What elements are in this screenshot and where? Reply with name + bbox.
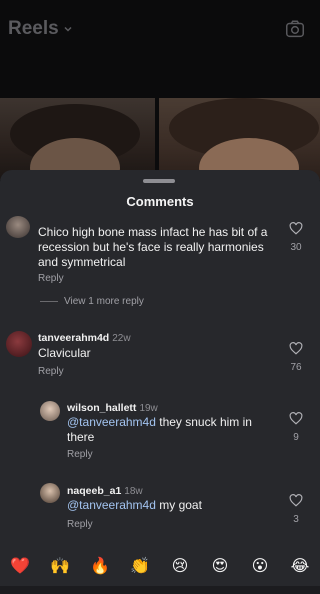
reply-header: wilson_hallett 19w	[67, 400, 158, 416]
comment-header: tanveerahm4d 22w	[38, 330, 131, 346]
divider	[40, 301, 58, 302]
avatar[interactable]	[40, 483, 60, 503]
like-count: 76	[290, 362, 302, 373]
comment-text: Chico high bone mass infact he has bit o…	[38, 225, 268, 269]
red-heart-emoji-button[interactable]: ❤️	[9, 556, 31, 576]
reply-button[interactable]: Reply	[67, 449, 93, 460]
reels-title: Reels	[8, 18, 59, 39]
laughing-face-emoji-button[interactable]: 😂	[289, 556, 311, 576]
heart-icon[interactable]	[289, 342, 303, 355]
username[interactable]: tanveerahm4d	[38, 332, 109, 344]
chevron-down-icon	[64, 26, 72, 32]
like-count: 3	[293, 514, 299, 525]
username[interactable]: wilson_hallett	[67, 402, 136, 414]
comment-time: 18w	[124, 486, 143, 497]
username[interactable]: naqeeb_a1	[67, 485, 121, 497]
emoji-reaction-bar: ❤️ 🙌 🔥 👏 😢 😍 😮 😂	[0, 550, 320, 582]
comments-sheet: Comments Chico high bone mass infact he …	[0, 170, 320, 594]
camera-icon[interactable]	[284, 18, 306, 40]
reply-button[interactable]: Reply	[38, 273, 64, 284]
heart-icon[interactable]	[289, 222, 303, 235]
avatar[interactable]	[6, 216, 30, 238]
reels-header[interactable]: Reels	[8, 18, 73, 40]
reply-button[interactable]: Reply	[38, 366, 64, 377]
reply-button[interactable]: Reply	[67, 519, 93, 530]
avatar[interactable]	[40, 401, 60, 421]
surprised-face-emoji-button[interactable]: 😮	[249, 556, 271, 576]
heart-icon[interactable]	[289, 494, 303, 507]
heart-icon[interactable]	[289, 412, 303, 425]
reel-thumbnail-left[interactable]	[0, 98, 155, 180]
sheet-title: Comments	[126, 194, 194, 209]
sheet-drag-handle[interactable]	[143, 179, 175, 183]
comment-input-area[interactable]	[0, 586, 320, 594]
like-count: 30	[290, 242, 302, 253]
mention-link[interactable]: @tanveerahm4d	[67, 415, 156, 429]
reply-text: @tanveerahm4d my goat	[67, 498, 202, 512]
comment-time: 22w	[112, 333, 131, 344]
comment-time: 19w	[139, 403, 158, 414]
reply-header: naqeeb_a1 18w	[67, 483, 143, 499]
heart-eyes-emoji-button[interactable]: 😍	[209, 556, 231, 576]
crying-face-emoji-button[interactable]: 😢	[169, 556, 191, 576]
clapping-hands-emoji-button[interactable]: 👏	[129, 556, 151, 576]
like-count: 9	[293, 432, 299, 443]
view-more-replies-button[interactable]: View 1 more reply	[40, 296, 144, 307]
reply-text: @tanveerahm4d they snuck him in there	[67, 415, 252, 444]
reel-thumbnail-right[interactable]	[159, 98, 320, 180]
avatar[interactable]	[6, 331, 32, 357]
fire-emoji-button[interactable]: 🔥	[89, 556, 111, 576]
comment-text: Clavicular	[38, 346, 91, 360]
mention-link[interactable]: @tanveerahm4d	[67, 498, 156, 512]
raised-hands-emoji-button[interactable]: 🙌	[49, 556, 71, 576]
